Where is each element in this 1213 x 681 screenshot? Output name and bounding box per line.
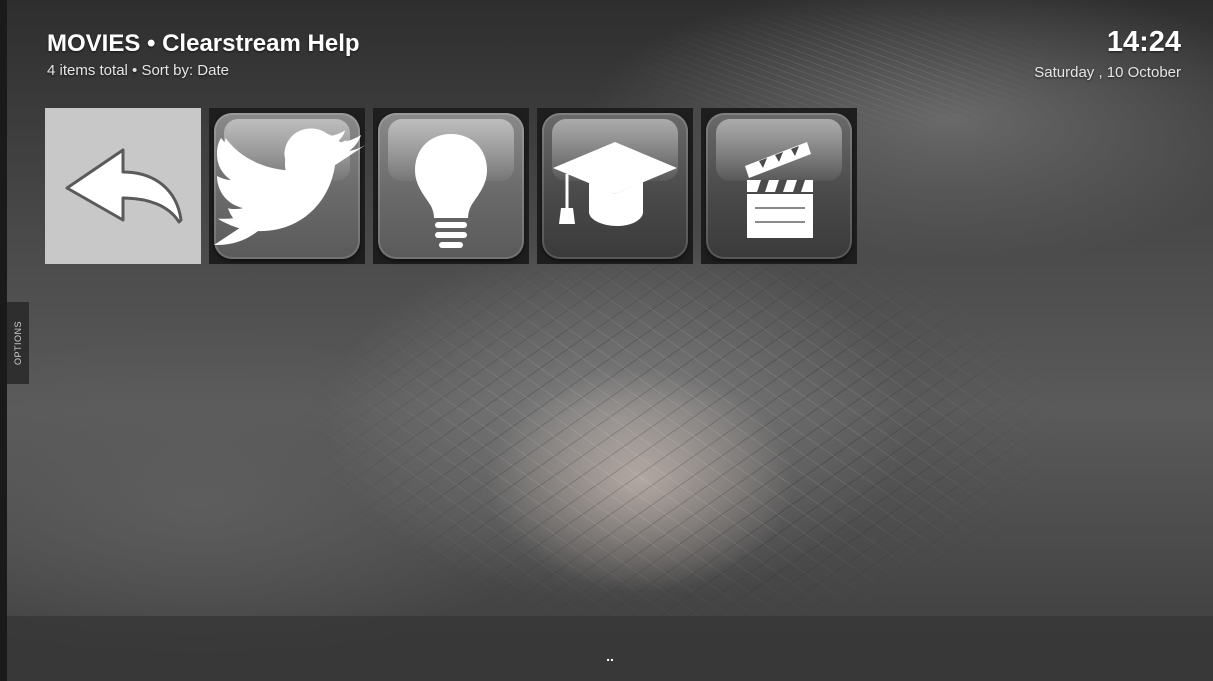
- graduation-cap-icon: [553, 142, 677, 226]
- tile-twitter[interactable]: [209, 108, 365, 264]
- background-mesh: [300, 230, 1060, 630]
- tile-tips[interactable]: [373, 108, 529, 264]
- tile-movies[interactable]: [701, 108, 857, 264]
- twitter-bird-icon: [214, 128, 365, 245]
- page-title: MOVIES • Clearstream Help: [47, 30, 360, 57]
- options-label: OPTIONS: [13, 320, 23, 366]
- item-list: [45, 108, 857, 264]
- back-arrow-icon: [65, 148, 183, 224]
- tile-back[interactable]: [45, 108, 201, 264]
- lightbulb-icon: [415, 134, 487, 248]
- left-edge-strip: [0, 0, 7, 681]
- header-left: MOVIES • Clearstream Help 4 items total …: [47, 30, 360, 79]
- date-label: Saturday , 10 October: [1034, 64, 1181, 81]
- clock: 14:24: [1106, 26, 1181, 58]
- header-right: 14:24 Saturday , 10 October: [1034, 26, 1181, 81]
- media-browser-screen: OPTIONS MOVIES • Clearstream Help 4 item…: [0, 0, 1213, 681]
- tile-tutorials[interactable]: [537, 108, 693, 264]
- parent-folder-item[interactable]: ..: [7, 648, 1213, 664]
- bottom-bar: ..: [7, 616, 1213, 681]
- clapperboard-icon: [745, 142, 813, 238]
- options-tab[interactable]: OPTIONS: [7, 302, 29, 384]
- item-count-sort: 4 items total • Sort by: Date: [47, 62, 229, 79]
